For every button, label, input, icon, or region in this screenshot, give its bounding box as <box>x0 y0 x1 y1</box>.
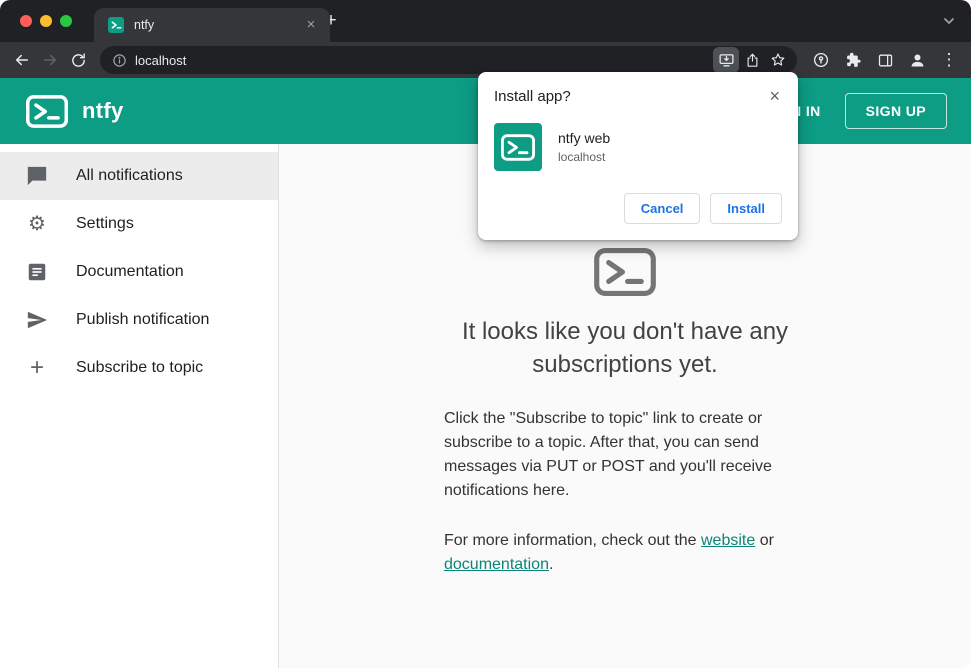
toolbar-right-icons: ⋮ <box>805 46 963 74</box>
ntfy-empty-state-logo-icon <box>594 248 656 300</box>
minimize-window-button[interactable] <box>40 15 52 27</box>
chat-icon <box>25 164 49 188</box>
article-icon <box>25 260 49 284</box>
empty-state-heading: It looks like you don't have any subscri… <box>461 318 789 378</box>
profile-avatar-icon[interactable] <box>903 46 931 74</box>
extensions-puzzle-icon[interactable] <box>839 46 867 74</box>
close-window-button[interactable] <box>20 15 32 27</box>
forward-icon[interactable] <box>36 46 64 74</box>
sidebar-item-subscribe-to-topic[interactable]: + Subscribe to topic <box>0 344 278 392</box>
window-controls <box>0 15 72 27</box>
browser-tab[interactable]: ntfy × <box>94 8 330 42</box>
zoom-window-button[interactable] <box>60 15 72 27</box>
browser-window: ntfy × + localhost ⋮ ntfy IN SIGN UP All… <box>0 0 971 668</box>
dialog-close-icon[interactable]: × <box>767 87 782 105</box>
address-bar[interactable]: localhost <box>100 46 797 74</box>
sidebar-item-publish-notification[interactable]: Publish notification <box>0 296 278 344</box>
site-info-icon[interactable] <box>112 53 127 68</box>
sidebar-item-label: Subscribe to topic <box>76 359 204 376</box>
sidebar-item-all-notifications[interactable]: All notifications <box>0 152 278 200</box>
sidebar-item-label: All notifications <box>76 167 183 184</box>
cancel-button[interactable]: Cancel <box>623 193 701 224</box>
dialog-app-name: ntfy web <box>558 130 611 146</box>
install-button[interactable]: Install <box>710 193 782 224</box>
tab-search-chevron-icon[interactable] <box>941 13 957 34</box>
tab-close-icon[interactable]: × <box>302 16 320 34</box>
ntfy-favicon-icon <box>108 17 124 33</box>
dialog-title: Install app? <box>494 88 571 105</box>
gear-icon: ⚙ <box>28 213 46 235</box>
tab-title: ntfy <box>134 18 155 32</box>
bookmark-star-icon[interactable] <box>765 47 791 73</box>
back-icon[interactable] <box>8 46 36 74</box>
reload-icon[interactable] <box>64 46 92 74</box>
browser-menu-kebab-icon[interactable]: ⋮ <box>935 46 963 74</box>
more-info-middle: or <box>755 532 774 549</box>
documentation-link[interactable]: documentation <box>444 556 549 573</box>
sign-up-button[interactable]: SIGN UP <box>844 93 947 129</box>
side-panel-icon[interactable] <box>871 46 899 74</box>
ntfy-app-icon <box>494 123 542 171</box>
install-app-dialog: Install app? × ntfy web localhost Cancel… <box>478 72 798 240</box>
sidebar-item-label: Settings <box>76 215 134 232</box>
website-link[interactable]: website <box>701 532 755 549</box>
url-text[interactable]: localhost <box>135 53 713 68</box>
empty-state-more-info: For more information, check out the webs… <box>444 529 806 577</box>
ntfy-logo-icon <box>26 94 68 128</box>
sidebar-item-settings[interactable]: ⚙ Settings <box>0 200 278 248</box>
share-icon[interactable] <box>739 47 765 73</box>
send-icon <box>25 308 49 332</box>
empty-state: It looks like you don't have any subscri… <box>444 248 806 668</box>
empty-state-paragraph: Click the "Subscribe to topic" link to c… <box>444 410 772 499</box>
dialog-app-origin: localhost <box>558 150 606 164</box>
plus-icon: + <box>29 354 44 381</box>
password-manager-extension-icon[interactable] <box>807 46 835 74</box>
titlebar: ntfy × + <box>0 0 971 42</box>
more-info-prefix: For more information, check out the <box>444 532 701 549</box>
install-app-icon[interactable] <box>713 47 739 73</box>
brand-name: ntfy <box>82 98 124 123</box>
more-info-suffix: . <box>548 556 554 573</box>
sidebar-item-documentation[interactable]: Documentation <box>0 248 278 296</box>
sidebar: All notifications ⚙ Settings Documentati… <box>0 144 279 668</box>
sidebar-item-label: Publish notification <box>76 311 210 328</box>
sidebar-item-label: Documentation <box>76 263 184 280</box>
